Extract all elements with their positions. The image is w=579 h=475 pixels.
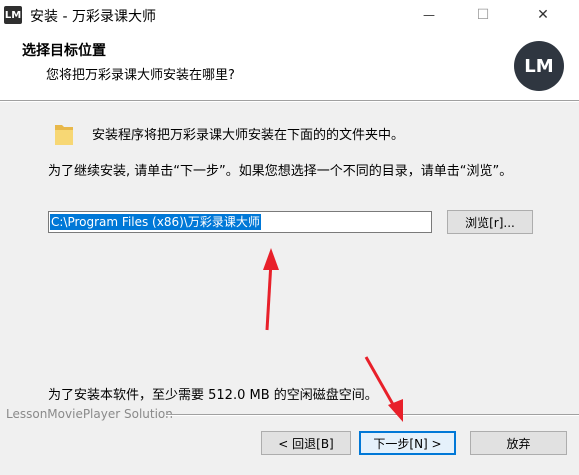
instruction-text: 为了继续安装, 请单击“下一步”。如果您想选择一个不同的目录，请单击“浏览”。 (48, 164, 513, 179)
minimize-icon: — (423, 8, 435, 22)
minimize-button[interactable]: — (406, 0, 452, 30)
annotation-arrow-2-head (388, 399, 403, 422)
page-title: 选择目标位置 (22, 43, 106, 59)
disk-space-requirement: 为了安装本软件，至少需要 512.0 MB 的空闲磁盘空间。 (48, 388, 378, 403)
close-icon: ✕ (537, 7, 549, 23)
install-path-input[interactable]: C:\Program Files (x86)\万彩录课大师 (48, 211, 432, 233)
maximize-icon: ☐ (476, 7, 490, 23)
back-button[interactable]: < 回退[B] (261, 431, 351, 455)
window-title: 安装 - 万彩录课大师 (30, 9, 156, 25)
page-subtitle: 您将把万彩录课大师安装在哪里? (46, 68, 235, 83)
wizard-header: 选择目标位置 您将把万彩录课大师安装在哪里? LM (0, 30, 579, 100)
browse-button[interactable]: 浏览[r]... (447, 210, 533, 234)
annotation-arrow-1-line (265, 261, 273, 331)
cancel-button[interactable]: 放弃 (470, 431, 567, 455)
app-icon: LM (4, 6, 22, 24)
brand-label: LessonMoviePlayer Solution (6, 407, 173, 421)
close-button[interactable]: ✕ (520, 0, 566, 30)
maximize-button[interactable]: ☐ (460, 0, 506, 30)
footer-divider-highlight (166, 415, 579, 416)
header-divider-highlight (0, 101, 579, 102)
title-bar: LM 安装 - 万彩录课大师 — ☐ ✕ (0, 0, 579, 30)
folder-icon (54, 122, 74, 150)
annotation-arrow-1-head (263, 248, 279, 270)
next-button[interactable]: 下一步[N] > (359, 431, 456, 455)
brand-logo: LM (514, 41, 564, 91)
intro-text: 安装程序将把万彩录课大师安装在下面的的文件夹中。 (92, 128, 405, 143)
install-path-value: C:\Program Files (x86)\万彩录课大师 (50, 214, 261, 230)
